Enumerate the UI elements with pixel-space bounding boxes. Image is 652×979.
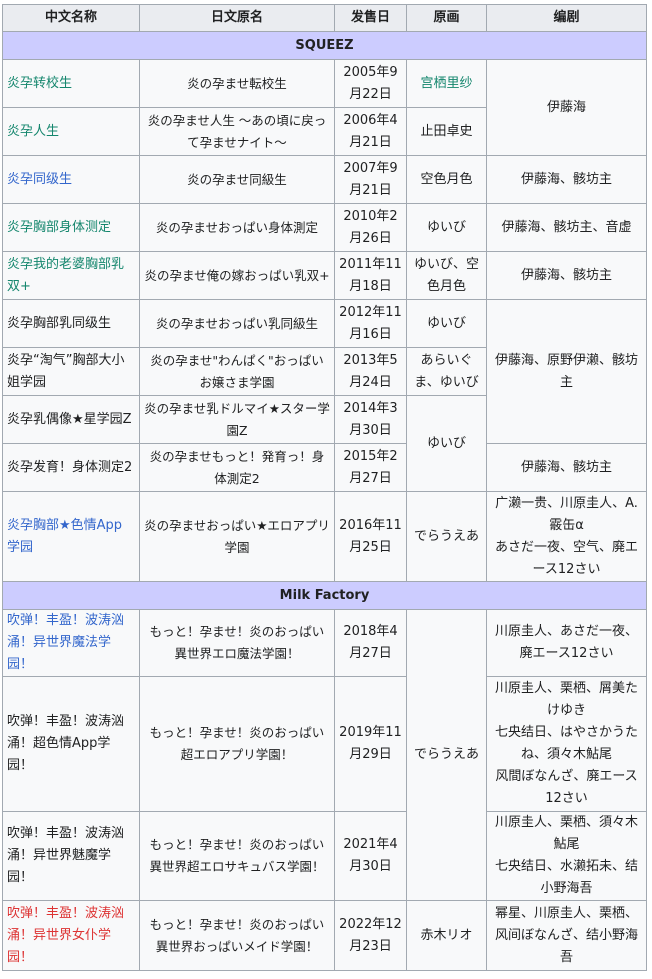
artist: あらいぐま、ゆいび bbox=[406, 347, 487, 396]
jp-title: 炎の孕ませもっと！発育っ！身体測定2 bbox=[139, 443, 335, 492]
header-writer: 编剧 bbox=[486, 4, 647, 32]
table-row: 炎孕胸部乳同级生 炎の孕ませおっぱい乳同級生 2012年11月16日 ゆいび 伊… bbox=[2, 299, 647, 444]
release-date: 2022年12月23日 bbox=[334, 900, 407, 971]
jp-title: 炎の孕ませ乳ドルマイ★スター学園Z bbox=[139, 395, 335, 444]
game-title-link[interactable]: 炎孕人生 bbox=[2, 107, 140, 156]
jp-title: 炎の孕ませ"わんぱく"おっぱいお嬢さま学園 bbox=[139, 347, 335, 396]
artist: でらうえあ bbox=[406, 609, 487, 901]
jp-title: もっと！孕ませ！炎のおっぱい超エロアプリ学園！ bbox=[139, 676, 335, 812]
game-title-link[interactable]: 吹弹！丰盈！波涛汹涌！异世界魔法学园！ bbox=[2, 609, 140, 677]
group-row-milk-factory: Milk Factory bbox=[2, 581, 647, 610]
header-cn-name: 中文名称 bbox=[2, 4, 140, 32]
jp-title: もっと！孕ませ！炎のおっぱい異世界おっぱいメイド学園！ bbox=[139, 900, 335, 971]
game-title-link[interactable]: 炎孕同级生 bbox=[2, 155, 140, 204]
group-title: Milk Factory bbox=[2, 581, 647, 610]
game-title-link[interactable]: 炎孕转校生 bbox=[2, 59, 140, 108]
writer: 伊藤海、骸坊主 bbox=[486, 251, 647, 300]
release-date: 2006年4月21日 bbox=[334, 107, 407, 156]
header-artist: 原画 bbox=[406, 4, 487, 32]
artist: 赤木リオ bbox=[406, 900, 487, 971]
games-table: 中文名称 日文原名 发售日 原画 编剧 SQUEEZ 炎孕转校生 炎の孕ませ転校… bbox=[2, 4, 647, 971]
table-row: 炎孕发育！身体测定2 炎の孕ませもっと！発育っ！身体測定2 2015年2月27日… bbox=[2, 443, 647, 492]
jp-title: 炎の孕ませ転校生 bbox=[139, 59, 335, 108]
release-date: 2014年3月30日 bbox=[334, 395, 407, 444]
game-title-link[interactable]: 炎孕我的老婆胸部乳双+ bbox=[2, 251, 140, 300]
writer: 伊藤海、原野伊濑、骸坊主 bbox=[486, 299, 647, 444]
writer: 伊藤海、骸坊主、音虚 bbox=[486, 203, 647, 252]
jp-title: 炎の孕ませおっぱい身体測定 bbox=[139, 203, 335, 252]
release-date: 2015年2月27日 bbox=[334, 443, 407, 492]
artist: 止田卓史 bbox=[406, 107, 487, 156]
table-row: 炎孕转校生 炎の孕ませ転校生 2005年9月22日 宫栖里纱 伊藤海 bbox=[2, 59, 647, 156]
table-row: 吹弹！丰盈！波涛汹涌！异世界魅魔学园！ もっと！孕ませ！炎のおっぱい異世界超エロ… bbox=[2, 811, 647, 901]
writer: 伊藤海 bbox=[486, 59, 647, 156]
game-title: 炎孕乳偶像★星学园Z bbox=[2, 395, 140, 444]
release-date: 2019年11月29日 bbox=[334, 676, 407, 812]
game-title: 吹弹！丰盈！波涛汹涌！超色情App学园！ bbox=[2, 676, 140, 812]
jp-title: 炎の孕ませ同級生 bbox=[139, 155, 335, 204]
header-row: 中文名称 日文原名 发售日 原画 编剧 bbox=[2, 4, 647, 32]
release-date: 2013年5月24日 bbox=[334, 347, 407, 396]
release-date: 2018年4月27日 bbox=[334, 609, 407, 677]
writer: 川原圭人、栗栖、須々木鮎尾 七央结日、水濑拓未、结小野海吾 bbox=[486, 811, 647, 901]
header-release-date: 发售日 bbox=[334, 4, 407, 32]
release-date: 2005年9月22日 bbox=[334, 59, 407, 108]
jp-title: 炎の孕ませ俺の嫁おっぱい乳双+ bbox=[139, 251, 335, 300]
table-row: 吹弹！丰盈！波涛汹涌！超色情App学园！ もっと！孕ませ！炎のおっぱい超エロアプ… bbox=[2, 676, 647, 812]
jp-title: 炎の孕ませおっぱい乳同級生 bbox=[139, 299, 335, 348]
game-title: 炎孕“淘气”胸部大小姐学园 bbox=[2, 347, 140, 396]
release-date: 2007年9月21日 bbox=[334, 155, 407, 204]
group-row-squeez: SQUEEZ bbox=[2, 31, 647, 60]
release-date: 2021年4月30日 bbox=[334, 811, 407, 901]
writer: 幂星、川原圭人、栗栖、风间ぼなんざ、结小野海吾 bbox=[486, 900, 647, 971]
artist: ゆいび bbox=[406, 395, 487, 492]
jp-title: 炎の孕ませおっぱい★エロアプリ学園 bbox=[139, 491, 335, 582]
release-date: 2016年11月25日 bbox=[334, 491, 407, 582]
release-date: 2011年11月18日 bbox=[334, 251, 407, 300]
release-date: 2010年2月26日 bbox=[334, 203, 407, 252]
jp-title: もっと！孕ませ！炎のおっぱい異世界超エロサキュバス学園！ bbox=[139, 811, 335, 901]
writer: 川原圭人、あさだ一夜、廃エース12さい bbox=[486, 609, 647, 677]
table-row: 炎孕胸部★色情App学园 炎の孕ませおっぱい★エロアプリ学園 2016年11月2… bbox=[2, 491, 647, 582]
writer: 伊藤海、骸坊主 bbox=[486, 155, 647, 204]
table-row: 炎孕我的老婆胸部乳双+ 炎の孕ませ俺の嫁おっぱい乳双+ 2011年11月18日 … bbox=[2, 251, 647, 300]
table-row: 吹弹！丰盈！波涛汹涌！异世界女仆学园！ もっと！孕ませ！炎のおっぱい異世界おっぱ… bbox=[2, 900, 647, 971]
table-row: 吹弹！丰盈！波涛汹涌！异世界魔法学园！ もっと！孕ませ！炎のおっぱい異世界エロ魔… bbox=[2, 609, 647, 901]
jp-title: 炎の孕ませ人生 ～あの頃に戻って孕ませナイト～ bbox=[139, 107, 335, 156]
artist: ゆいび bbox=[406, 299, 487, 348]
game-title: 吹弹！丰盈！波涛汹涌！异世界魅魔学园！ bbox=[2, 811, 140, 901]
table-row: 炎孕同级生 炎の孕ませ同級生 2007年9月21日 空色月色 伊藤海、骸坊主 bbox=[2, 155, 647, 204]
writer: 伊藤海、骸坊主 bbox=[486, 443, 647, 492]
game-title-link[interactable]: 炎孕胸部★色情App学园 bbox=[2, 491, 140, 582]
artist: ゆいび、空色月色 bbox=[406, 251, 487, 300]
artist: ゆいび bbox=[406, 203, 487, 252]
writer: 川原圭人、栗栖、屑美たけゆき 七央结日、はやさかうたね、須々木鮎尾 风間ぼなんざ… bbox=[486, 676, 647, 812]
game-title-link[interactable]: 炎孕胸部身体测定 bbox=[2, 203, 140, 252]
release-date: 2012年11月16日 bbox=[334, 299, 407, 348]
artist: 空色月色 bbox=[406, 155, 487, 204]
game-title-link[interactable]: 吹弹！丰盈！波涛汹涌！异世界女仆学园！ bbox=[2, 900, 140, 971]
jp-title: もっと！孕ませ！炎のおっぱい異世界エロ魔法学園！ bbox=[139, 609, 335, 677]
table-row: 炎孕胸部身体测定 炎の孕ませおっぱい身体測定 2010年2月26日 ゆいび 伊藤… bbox=[2, 203, 647, 252]
game-title: 炎孕胸部乳同级生 bbox=[2, 299, 140, 348]
artist: でらうえあ bbox=[406, 491, 487, 582]
game-title: 炎孕发育！身体测定2 bbox=[2, 443, 140, 492]
group-title: SQUEEZ bbox=[2, 31, 647, 60]
artist-link[interactable]: 宫栖里纱 bbox=[406, 59, 487, 108]
writer: 广濑一贵、川原圭人、A.霰缶α あさだ一夜、空气、廃エース12さい bbox=[486, 491, 647, 582]
header-jp-name: 日文原名 bbox=[139, 4, 335, 32]
